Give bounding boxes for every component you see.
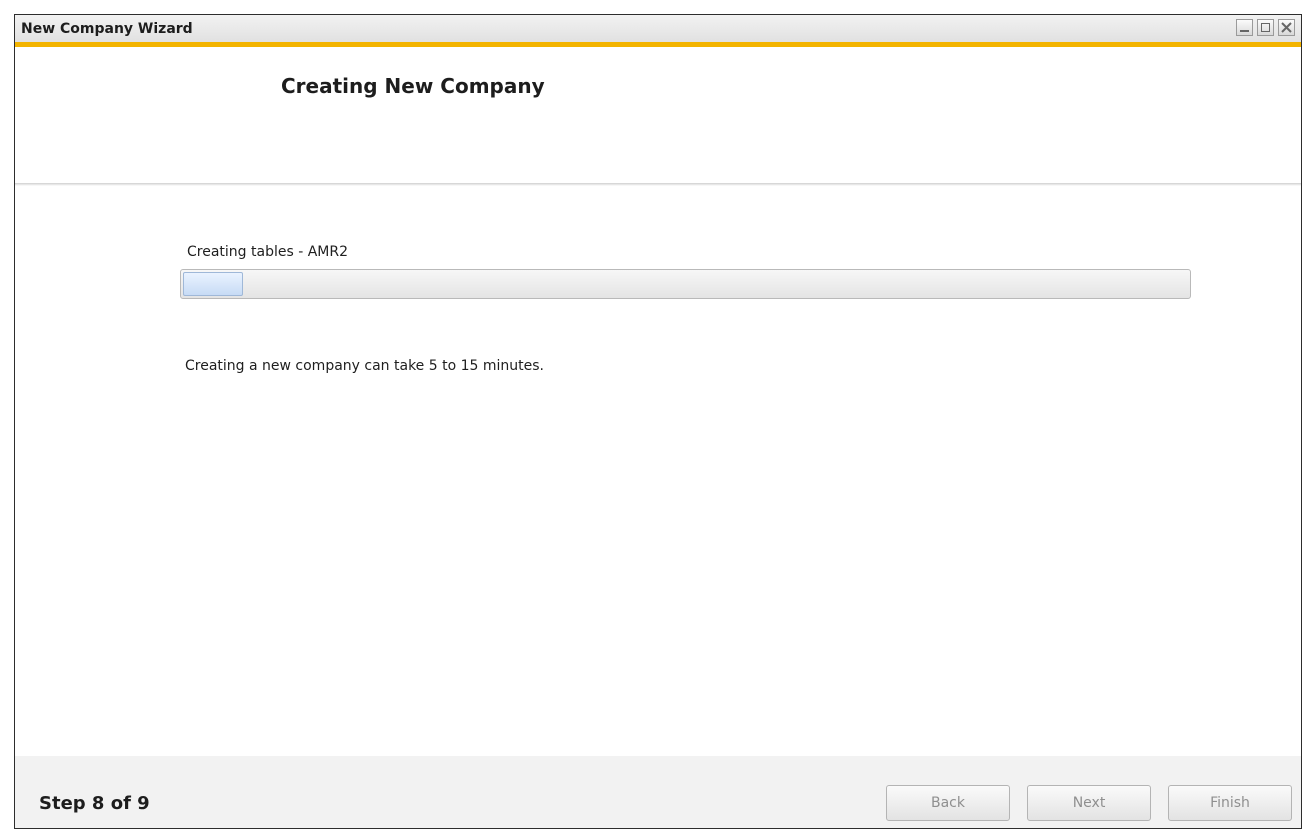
window-title: New Company Wizard: [21, 21, 193, 37]
progress-label: Creating tables - AMR2: [187, 244, 348, 260]
title-bar[interactable]: New Company Wizard: [15, 15, 1301, 47]
window-controls: [1236, 19, 1295, 39]
next-button[interactable]: Next: [1027, 785, 1151, 821]
back-button[interactable]: Back: [886, 785, 1010, 821]
progress-fill: [183, 272, 243, 296]
footer: Step 8 of 9 Back Next Finish: [15, 756, 1301, 828]
page-title: Creating New Company: [281, 74, 545, 98]
finish-button[interactable]: Finish: [1168, 785, 1292, 821]
progress-bar: [180, 269, 1191, 299]
step-indicator: Step 8 of 9: [39, 793, 150, 814]
maximize-icon[interactable]: [1257, 19, 1274, 36]
main-content: Creating tables - AMR2 Creating a new co…: [15, 186, 1301, 756]
info-note: Creating a new company can take 5 to 15 …: [185, 358, 544, 374]
close-icon[interactable]: [1278, 19, 1295, 36]
header-area: Creating New Company: [15, 53, 1301, 185]
minimize-icon[interactable]: [1236, 19, 1253, 36]
wizard-window: New Company Wizard Creating New Company …: [14, 14, 1302, 829]
